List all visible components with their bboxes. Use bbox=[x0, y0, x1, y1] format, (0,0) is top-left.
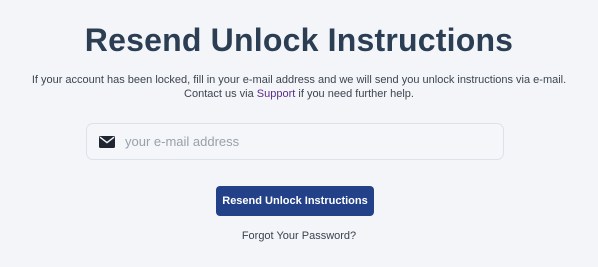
forgot-password-link[interactable]: Forgot Your Password? bbox=[242, 230, 356, 242]
description-line-2: Contact us via Support if you need furth… bbox=[0, 87, 598, 101]
unlock-page: Resend Unlock Instructions If your accou… bbox=[0, 0, 598, 267]
description-help-text: if you need further help. bbox=[295, 88, 414, 100]
forgot-password-container: Forgot Your Password? bbox=[0, 230, 598, 242]
page-description: If your account has been locked, fill in… bbox=[0, 73, 598, 101]
email-input[interactable] bbox=[125, 124, 503, 159]
page-title: Resend Unlock Instructions bbox=[84, 22, 514, 58]
envelope-icon bbox=[99, 135, 115, 148]
support-link[interactable]: Support bbox=[257, 88, 296, 100]
description-line-1: If your account has been locked, fill in… bbox=[31, 74, 567, 86]
description-contact-text: Contact us via bbox=[184, 88, 257, 100]
resend-unlock-instructions-button[interactable]: Resend Unlock Instructions bbox=[216, 186, 374, 216]
email-field[interactable] bbox=[86, 123, 504, 160]
